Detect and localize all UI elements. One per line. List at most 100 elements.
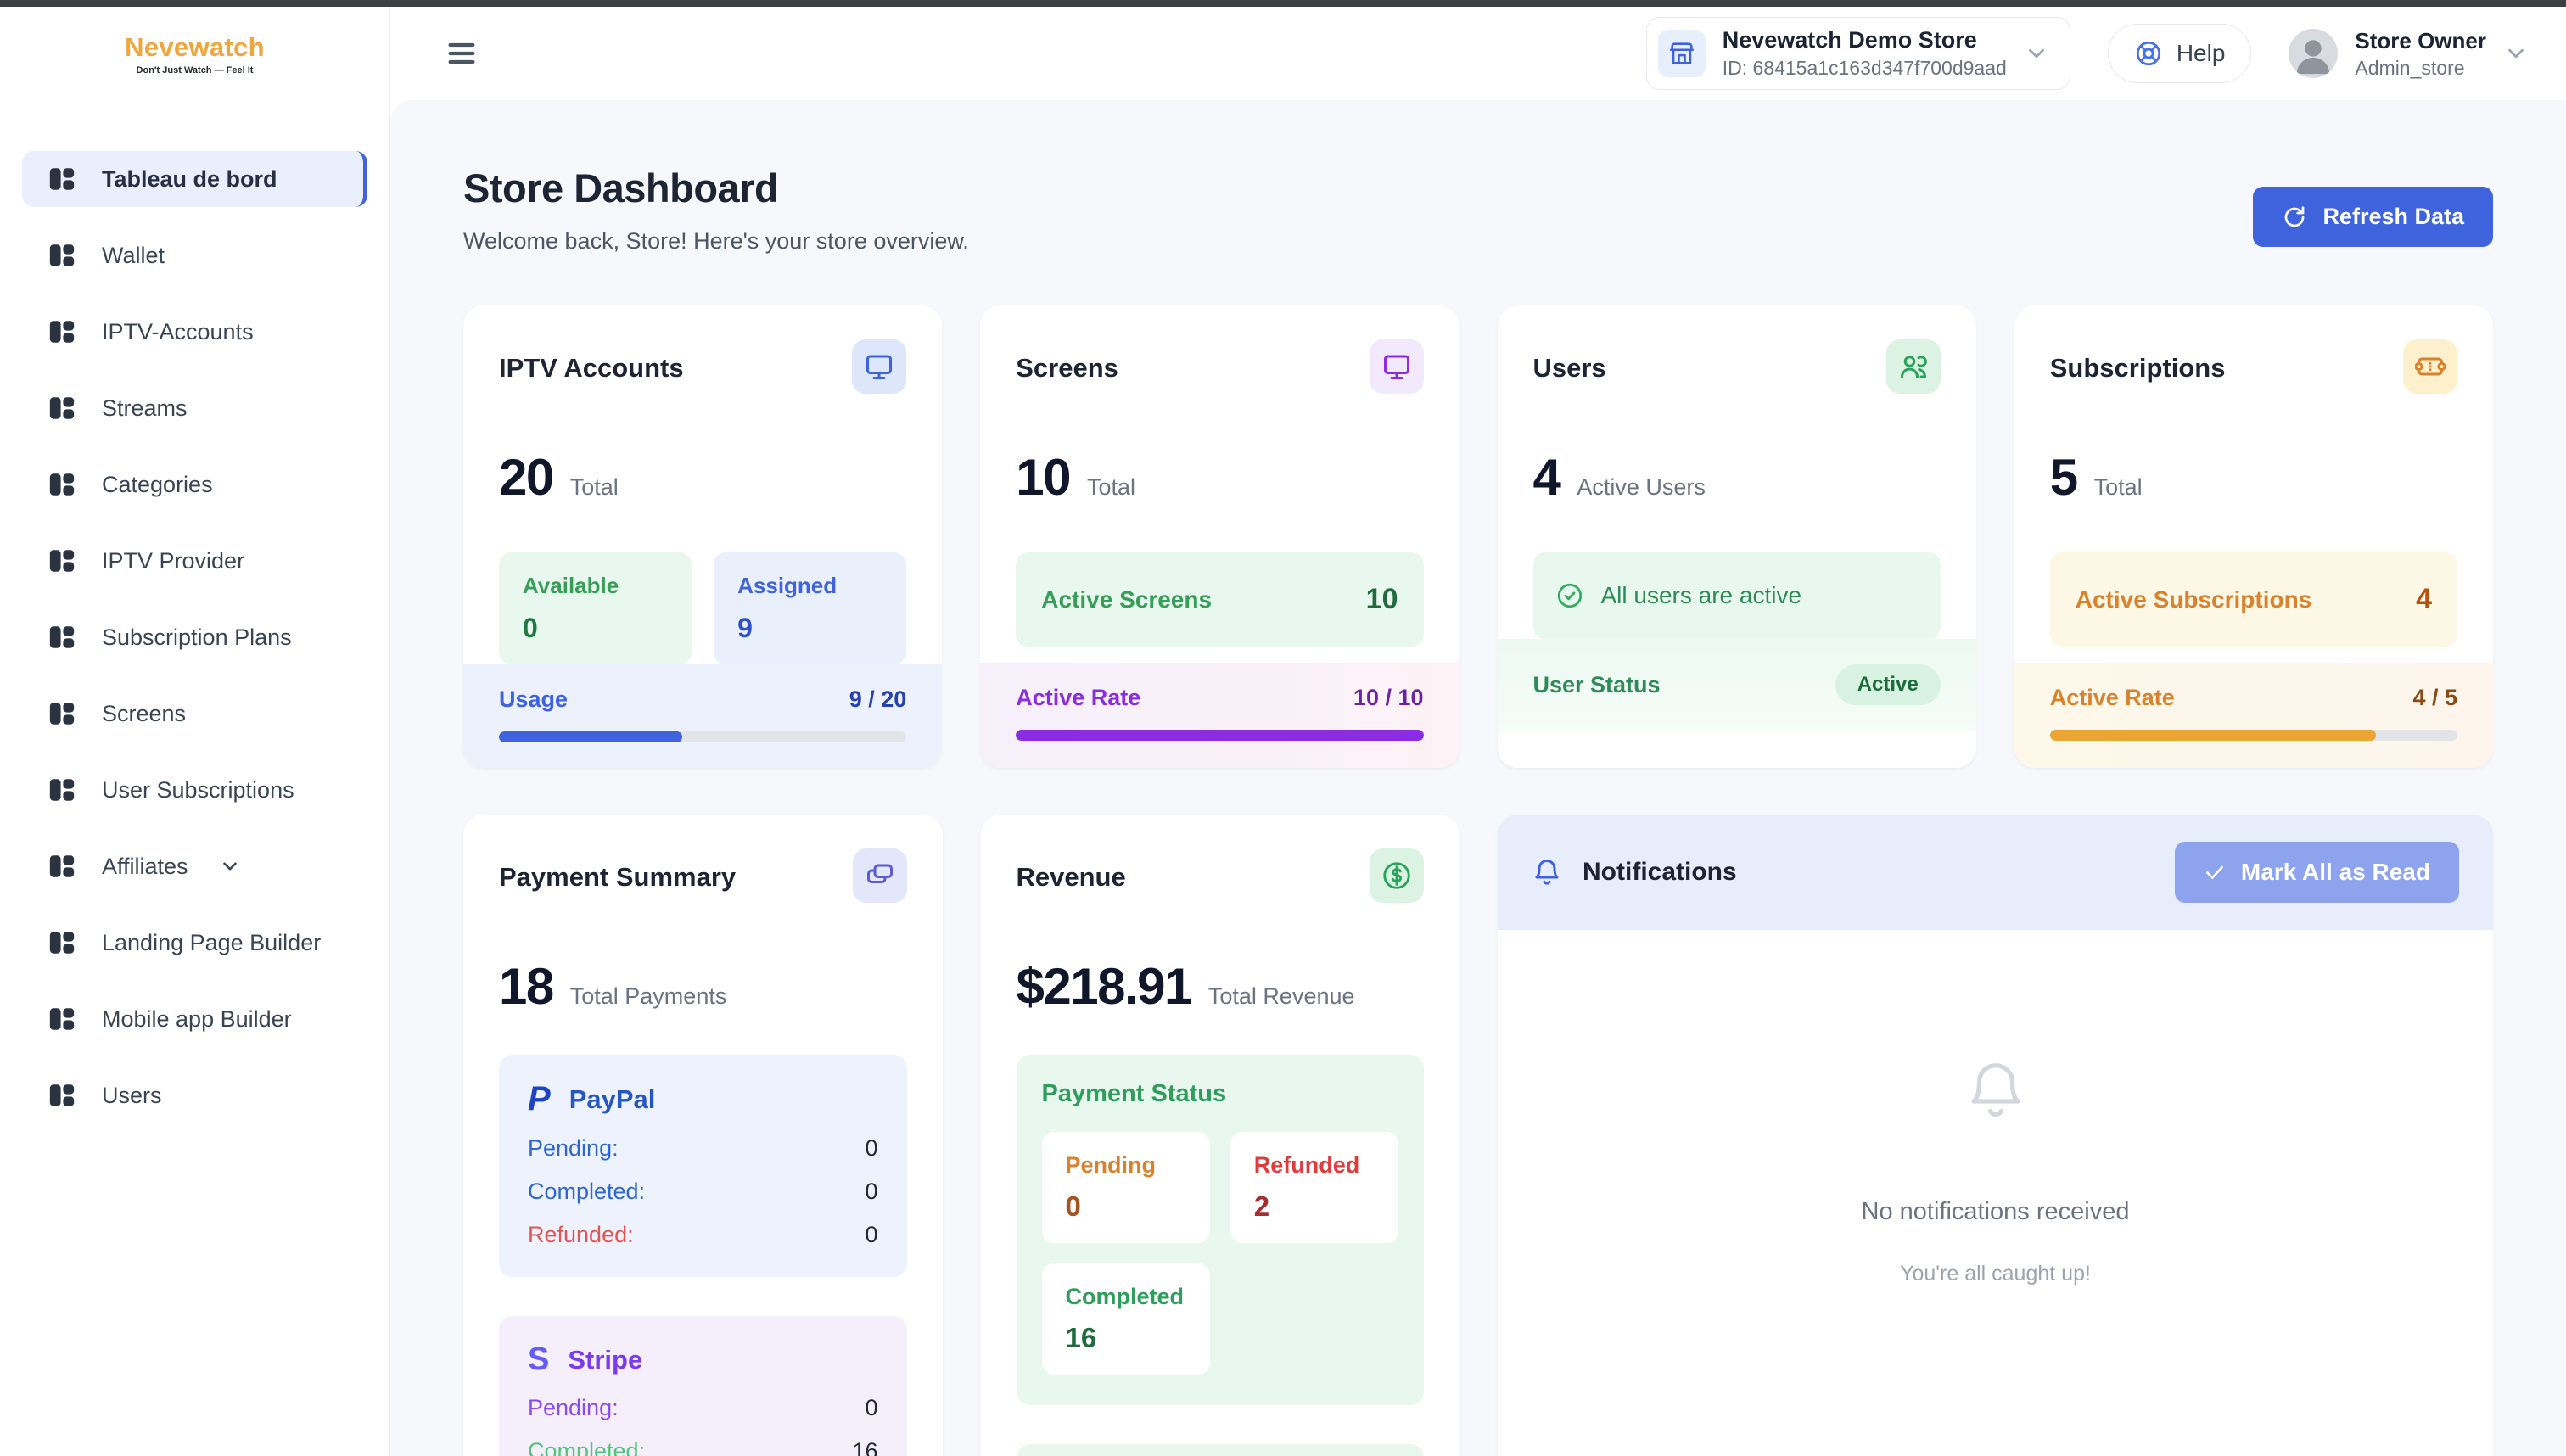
menu-icon[interactable] — [445, 36, 479, 70]
row-value: 0 — [865, 1222, 877, 1248]
assigned-label: Assigned — [737, 573, 882, 599]
subscriptions-card: Subscriptions 5 Total Active Subscriptio… — [2014, 305, 2493, 768]
card-title: Screens — [1016, 353, 1118, 384]
sidebar-item-label: IPTV Provider — [102, 548, 244, 574]
sidebar-item-label: Landing Page Builder — [102, 930, 321, 956]
monitor-icon — [1370, 339, 1424, 394]
sidebar-item-landing-page-builder[interactable]: Landing Page Builder — [22, 915, 367, 971]
status-badge: Active — [1835, 664, 1941, 705]
row-label: Completed: — [528, 1438, 645, 1456]
usage-footer: Usage 9 / 20 — [463, 664, 942, 768]
status-value: 16 — [1066, 1322, 1186, 1354]
sidebar-item-subscription-plans[interactable]: Subscription Plans — [22, 609, 367, 665]
dashboard-icon — [48, 623, 76, 652]
status-value: 0 — [1066, 1190, 1186, 1223]
active-rate-value: 10 / 10 — [1353, 685, 1424, 711]
store-selector[interactable]: Nevewatch Demo Store ID: 68415a1c163d347… — [1646, 17, 2070, 90]
user-menu[interactable]: Store Owner Admin_store — [2289, 28, 2529, 80]
dashboard-icon — [48, 776, 76, 804]
total-label: Active Users — [1577, 474, 1706, 501]
sidebar-item-streams[interactable]: Streams — [22, 380, 367, 436]
total-value: 5 — [2050, 448, 2077, 507]
screens-card: Screens 10 Total Active Screens 10 — [980, 305, 1459, 768]
users-card: Users 4 Active Users All users are activ… — [1498, 305, 1976, 768]
page-subtitle: Welcome back, Store! Here's your store o… — [463, 228, 969, 255]
help-label: Help — [2177, 40, 2226, 67]
sidebar-item-user-subscriptions[interactable]: User Subscriptions — [22, 762, 367, 818]
help-button[interactable]: Help — [2108, 24, 2252, 83]
bell-outline-icon — [1963, 1057, 2029, 1123]
available-label: Available — [523, 573, 668, 599]
notifications-panel: Notifications Mark All as Read No notifi… — [1498, 815, 2493, 1456]
refunded-status-card: Refunded 2 — [1230, 1132, 1398, 1243]
stripe-pending-row: Pending: 0 — [528, 1395, 878, 1421]
available-box: Available 0 — [499, 552, 692, 664]
chevron-down-icon — [2503, 41, 2529, 66]
stripe-summary-box: S Stripe Pending: 0 Completed: 16 — [499, 1316, 907, 1456]
available-value: 0 — [523, 613, 668, 644]
sidebar-item-categories[interactable]: Categories — [22, 456, 367, 512]
active-screens-box: Active Screens 10 — [1016, 552, 1423, 647]
sidebar-item-affiliates[interactable]: Affiliates — [22, 838, 367, 894]
paypal-icon: P — [528, 1080, 551, 1118]
card-title: IPTV Accounts — [499, 353, 684, 384]
paypal-pending-row: Pending: 0 — [528, 1135, 878, 1162]
refresh-data-button[interactable]: Refresh Data — [2253, 187, 2493, 247]
check-icon — [2204, 861, 2226, 883]
sidebar-item-wallet[interactable]: Wallet — [22, 227, 367, 283]
user-username: Admin_store — [2355, 57, 2486, 80]
dashboard-icon — [48, 928, 76, 957]
revenue-card: Revenue $218.91 Total Revenue Payment St… — [981, 815, 1460, 1456]
payment-status-box: Payment Status Pending 0 Refunded 2 — [1017, 1055, 1425, 1405]
active-rate-label: Active Rate — [1016, 685, 1140, 711]
notifications-header: Notifications Mark All as Read — [1498, 815, 2493, 930]
sidebar-item-label: Mobile app Builder — [102, 1006, 292, 1033]
subscriptions-progress-track — [2050, 730, 2457, 741]
avatar — [2289, 29, 2338, 78]
card-title: Users — [1533, 353, 1606, 384]
ticket-icon — [2403, 339, 2457, 394]
sidebar-item-dashboard[interactable]: Tableau de bord — [22, 151, 367, 207]
bell-icon — [1532, 857, 1562, 888]
empty-state-title: No notifications received — [1862, 1198, 2130, 1226]
monitor-icon — [852, 339, 906, 394]
sidebar-item-screens[interactable]: Screens — [22, 686, 367, 742]
usage-value: 9 / 20 — [849, 686, 907, 713]
life-buoy-icon — [2134, 39, 2163, 68]
row-value: 16 — [852, 1438, 877, 1456]
sidebar-item-users[interactable]: Users — [22, 1067, 367, 1123]
sidebar-item-iptv-accounts[interactable]: IPTV-Accounts — [22, 304, 367, 360]
dashboard-icon — [48, 1005, 76, 1033]
dashboard-icon — [48, 394, 76, 423]
row-label: Pending: — [528, 1135, 619, 1162]
dashboard-icon — [48, 699, 76, 728]
sidebar-item-iptv-provider[interactable]: IPTV Provider — [22, 533, 367, 589]
logo-tagline: Don't Just Watch — Feel It — [137, 65, 254, 76]
mark-all-read-button[interactable]: Mark All as Read — [2175, 842, 2459, 903]
usage-progress-track — [499, 731, 906, 742]
total-label: Total — [570, 474, 619, 501]
active-rate-progress-fill — [1016, 730, 1423, 741]
pending-status-card: Pending 0 — [1042, 1132, 1210, 1243]
usage-label: Usage — [499, 686, 568, 713]
status-label: Pending — [1066, 1152, 1186, 1179]
row-label: Refunded: — [528, 1222, 634, 1248]
active-screens-label: Active Screens — [1041, 586, 1212, 613]
total-label: Total Revenue — [1208, 983, 1355, 1010]
dashboard-icon — [48, 852, 76, 881]
refresh-label: Refresh Data — [2322, 204, 2464, 230]
mark-all-read-label: Mark All as Read — [2241, 859, 2430, 886]
paypal-refunded-row: Refunded: 0 — [528, 1222, 878, 1248]
card-title: Subscriptions — [2050, 353, 2226, 384]
logo-name: Nevewatch — [125, 32, 265, 63]
dashboard-icon — [48, 241, 76, 270]
active-subscriptions-label: Active Subscriptions — [2076, 586, 2312, 613]
stripe-icon: S — [528, 1341, 549, 1378]
subscriptions-progress-fill — [2050, 730, 2376, 741]
sidebar-item-mobile-app-builder[interactable]: Mobile app Builder — [22, 991, 367, 1047]
row-value: 0 — [865, 1395, 877, 1421]
storefront-icon — [1658, 30, 1706, 77]
card-title: Revenue — [1017, 862, 1126, 893]
row-label: Pending: — [528, 1395, 619, 1421]
refresh-icon — [2282, 204, 2307, 230]
